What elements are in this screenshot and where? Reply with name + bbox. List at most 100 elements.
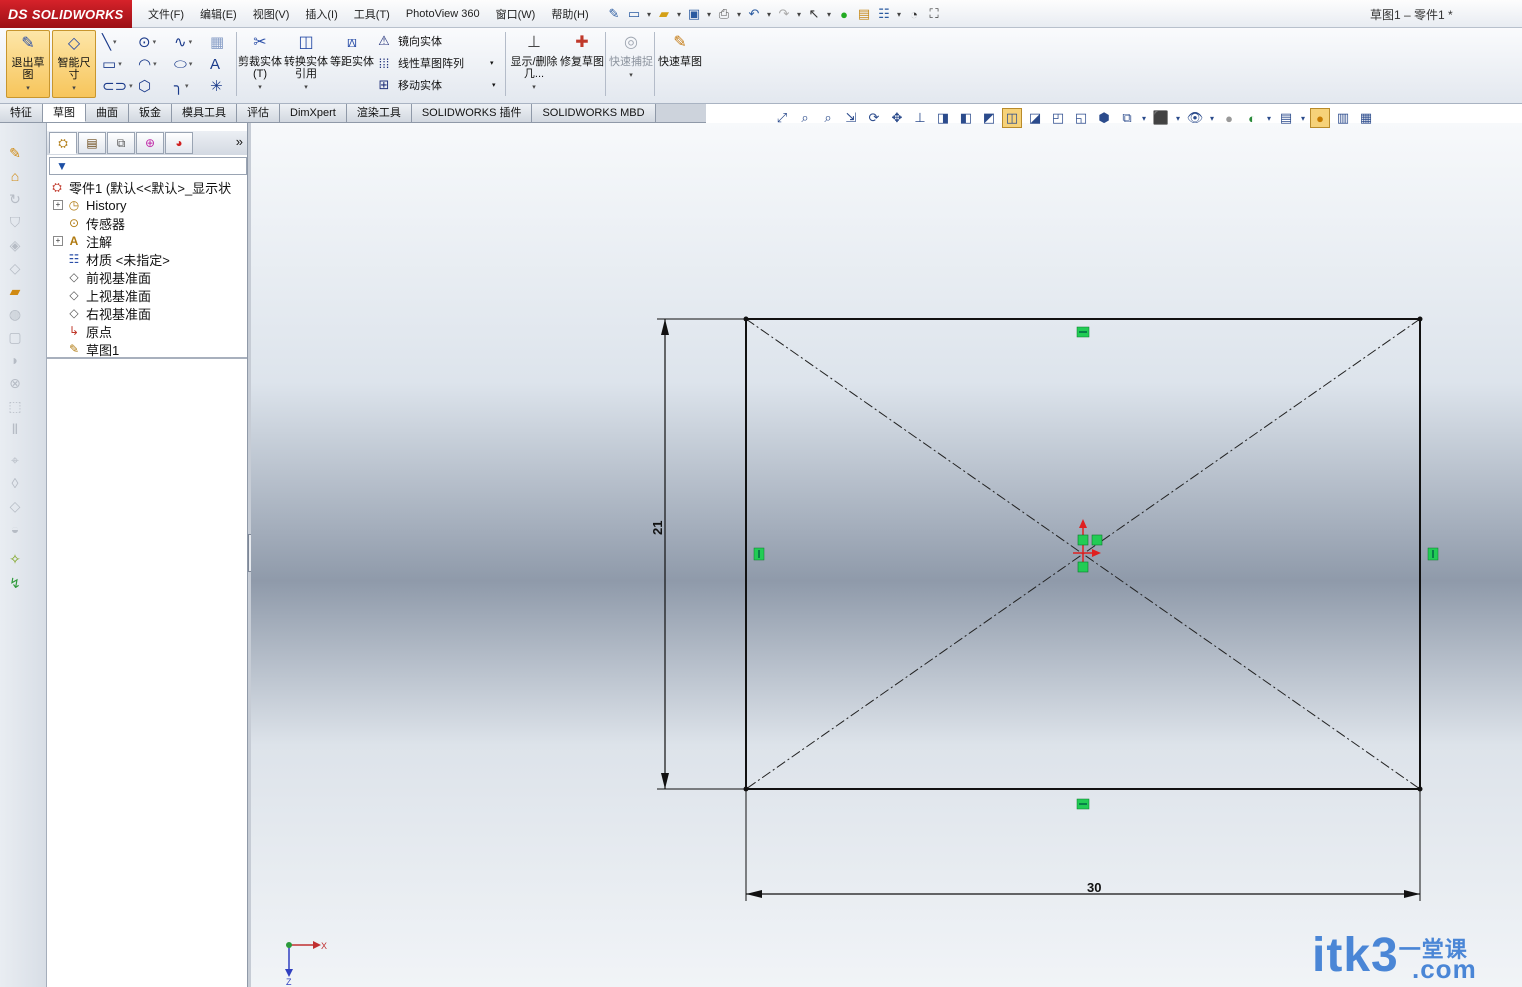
fillet-tool[interactable]: ╮ ▾ [174,76,204,96]
revolve-icon[interactable]: ↻ [5,189,25,209]
zoom-in-out-icon[interactable]: ⌕ [818,108,838,128]
apply-scene-icon[interactable]: ◐ [1242,108,1262,128]
rect-corner-point[interactable] [1417,316,1423,322]
tree-item-top-plane[interactable]: ◇ 上视基准面 [47,286,247,304]
tab-evaluate[interactable]: 评估 [237,104,280,122]
chevron-down-icon[interactable]: ▾ [1208,108,1216,128]
chevron-down-icon[interactable]: ▾ [532,82,536,94]
chevron-down-icon[interactable]: ▾ [895,10,903,19]
view-settings-icon[interactable]: ▤ [1276,108,1296,128]
chevron-down-icon[interactable]: ▾ [1299,108,1307,128]
chevron-down-icon[interactable]: ▾ [490,59,494,67]
chevron-down-icon[interactable]: ▾ [72,83,76,95]
sketch-svg[interactable]: 21 30 X Z [251,123,1522,987]
instant3d-icon[interactable]: ◇ [5,496,25,516]
tree-filter[interactable]: ▼ [49,157,247,175]
print-icon[interactable]: ⎙ [715,5,733,23]
boundary-icon[interactable]: ◇ [5,258,25,278]
display-style-icon[interactable]: ⬛ [1151,108,1171,128]
pan-icon[interactable]: ✥ [887,108,907,128]
tree-item-sketch1[interactable]: ✎ 草图1 [47,340,247,358]
chevron-down-icon[interactable]: ▾ [304,82,308,94]
more-tabs-icon[interactable]: » [236,134,243,149]
isometric-view-icon[interactable]: ◱ [1071,108,1091,128]
menu-help[interactable]: 帮助(H) [543,6,596,22]
chevron-down-icon[interactable]: ▾ [129,82,133,90]
fillet-feature-icon[interactable]: ◗ [5,350,25,370]
tab-addins[interactable]: SOLIDWORKS 插件 [411,104,533,122]
menu-insert[interactable]: 插入(I) [297,6,345,22]
display-manager-tab-icon[interactable]: ◕ [165,132,193,154]
extrude-cut-icon[interactable]: ▰ [5,281,25,301]
horizontal-relation-icon[interactable] [1076,326,1090,338]
bottom-view-icon[interactable]: ◰ [1048,108,1068,128]
tree-item-sensors[interactable]: ⊙ 传感器 [47,214,247,232]
expand-icon[interactable]: + [53,200,63,210]
save-icon[interactable]: ▣ [685,5,703,23]
spline-tool[interactable]: ∿ ▾ [174,32,204,52]
wrap-icon[interactable]: ◒ [5,519,25,539]
offset-entities-button[interactable]: ⟎ 等距实体 [330,30,374,98]
menu-tools[interactable]: 工具(T) [346,6,398,22]
extrude-boss-icon[interactable]: ⌂ [5,166,25,186]
smart-tool-icon[interactable]: ✧ [5,549,25,569]
exit-sketch-button[interactable]: ✎ 退出草图 ▾ [6,30,50,98]
edit-appearance-icon[interactable]: ● [1219,108,1239,128]
curves-icon[interactable]: ◊ [5,473,25,493]
draft-icon[interactable]: ⬚ [5,396,25,416]
tree-item-origin[interactable]: ↳ 原点 [47,322,247,340]
configuration-manager-tab-icon[interactable]: ⧉ [107,132,135,154]
options-icon[interactable]: ☷ [875,5,893,23]
rebuild-traffic-light-icon[interactable]: ● [835,5,853,23]
top-view-icon[interactable]: ◫ [1002,108,1022,128]
arc-tool[interactable]: ◠ ▾ [138,54,168,74]
tab-surfaces[interactable]: 曲面 [86,104,129,122]
select-arrow-icon[interactable]: ↖ [805,5,823,23]
view-ports-icon[interactable]: ▥ [1333,108,1353,128]
chevron-down-icon[interactable]: ▾ [113,38,117,46]
front-view-icon[interactable]: ◨ [933,108,953,128]
chevron-down-icon[interactable]: ▾ [825,10,833,19]
repair-sketch-button[interactable]: ✚ 修复草图 [560,30,604,98]
polygon-tool[interactable]: ⬡ [138,76,168,96]
chevron-down-icon[interactable]: ▾ [189,60,193,68]
convert-entities-button[interactable]: ◫ 转换实体引用 ▾ [284,30,328,98]
undo-icon[interactable]: ↶ [745,5,763,23]
tab-mold-tools[interactable]: 模具工具 [172,104,237,122]
tree-root[interactable]: ⛭ 零件1 (默认<<默认>_显示状 [47,178,247,196]
height-dimension-value[interactable]: 21 [650,521,665,535]
ellipse-tool[interactable]: ⬭ ▾ [174,54,204,74]
tree-item-front-plane[interactable]: ◇ 前视基准面 [47,268,247,286]
tab-mbd[interactable]: SOLIDWORKS MBD [532,104,656,122]
help-clock-icon[interactable]: ◔ [905,5,923,23]
chevron-down-icon[interactable]: ▾ [795,10,803,19]
vertical-relation-icon[interactable] [1427,547,1439,561]
chevron-down-icon[interactable]: ▾ [645,10,653,19]
chevron-down-icon[interactable]: ▾ [765,10,773,19]
zoom-area-icon[interactable]: ⌕ [795,108,815,128]
rect-corner-point[interactable] [1417,786,1423,792]
linear-pattern-button[interactable]: ⁞⁞⁞ 线性草图阵列 ▾ [376,52,494,74]
redo-icon[interactable]: ↷ [775,5,793,23]
loft-icon[interactable]: ◈ [5,235,25,255]
fullscreen-icon[interactable]: ⛶ [925,5,943,23]
feature-manager-tab-icon[interactable]: ⛭ [49,132,77,154]
trim-entities-button[interactable]: ✂ 剪裁实体(T) ▾ [238,30,282,98]
rectangle-tool[interactable]: ▭ ▾ [102,54,132,74]
cut-revolve-icon[interactable]: ◍ [5,304,25,324]
line-tool[interactable]: ╲ ▾ [102,32,132,52]
chevron-down-icon[interactable]: ▾ [153,60,157,68]
rapid-sketch-button[interactable]: ✎ 快速草图 [658,30,702,98]
rotate-view-icon[interactable]: ⟳ [864,108,884,128]
chevron-down-icon[interactable]: ▾ [189,38,193,46]
tab-sketch[interactable]: 草图 [43,104,86,122]
pin-icon[interactable]: ✎ [605,5,623,23]
solidworks-logo[interactable]: DS SOLIDWORKS [0,0,132,28]
tab-dimxpert[interactable]: DimXpert [280,104,347,122]
menu-photoview[interactable]: PhotoView 360 [398,8,488,20]
tree-item-right-plane[interactable]: ◇ 右视基准面 [47,304,247,322]
horizontal-relation-icon[interactable] [1076,798,1090,810]
chevron-down-icon[interactable]: ▾ [258,82,262,94]
chevron-down-icon[interactable]: ▾ [629,70,633,82]
tab-features[interactable]: 特征 [0,104,43,122]
